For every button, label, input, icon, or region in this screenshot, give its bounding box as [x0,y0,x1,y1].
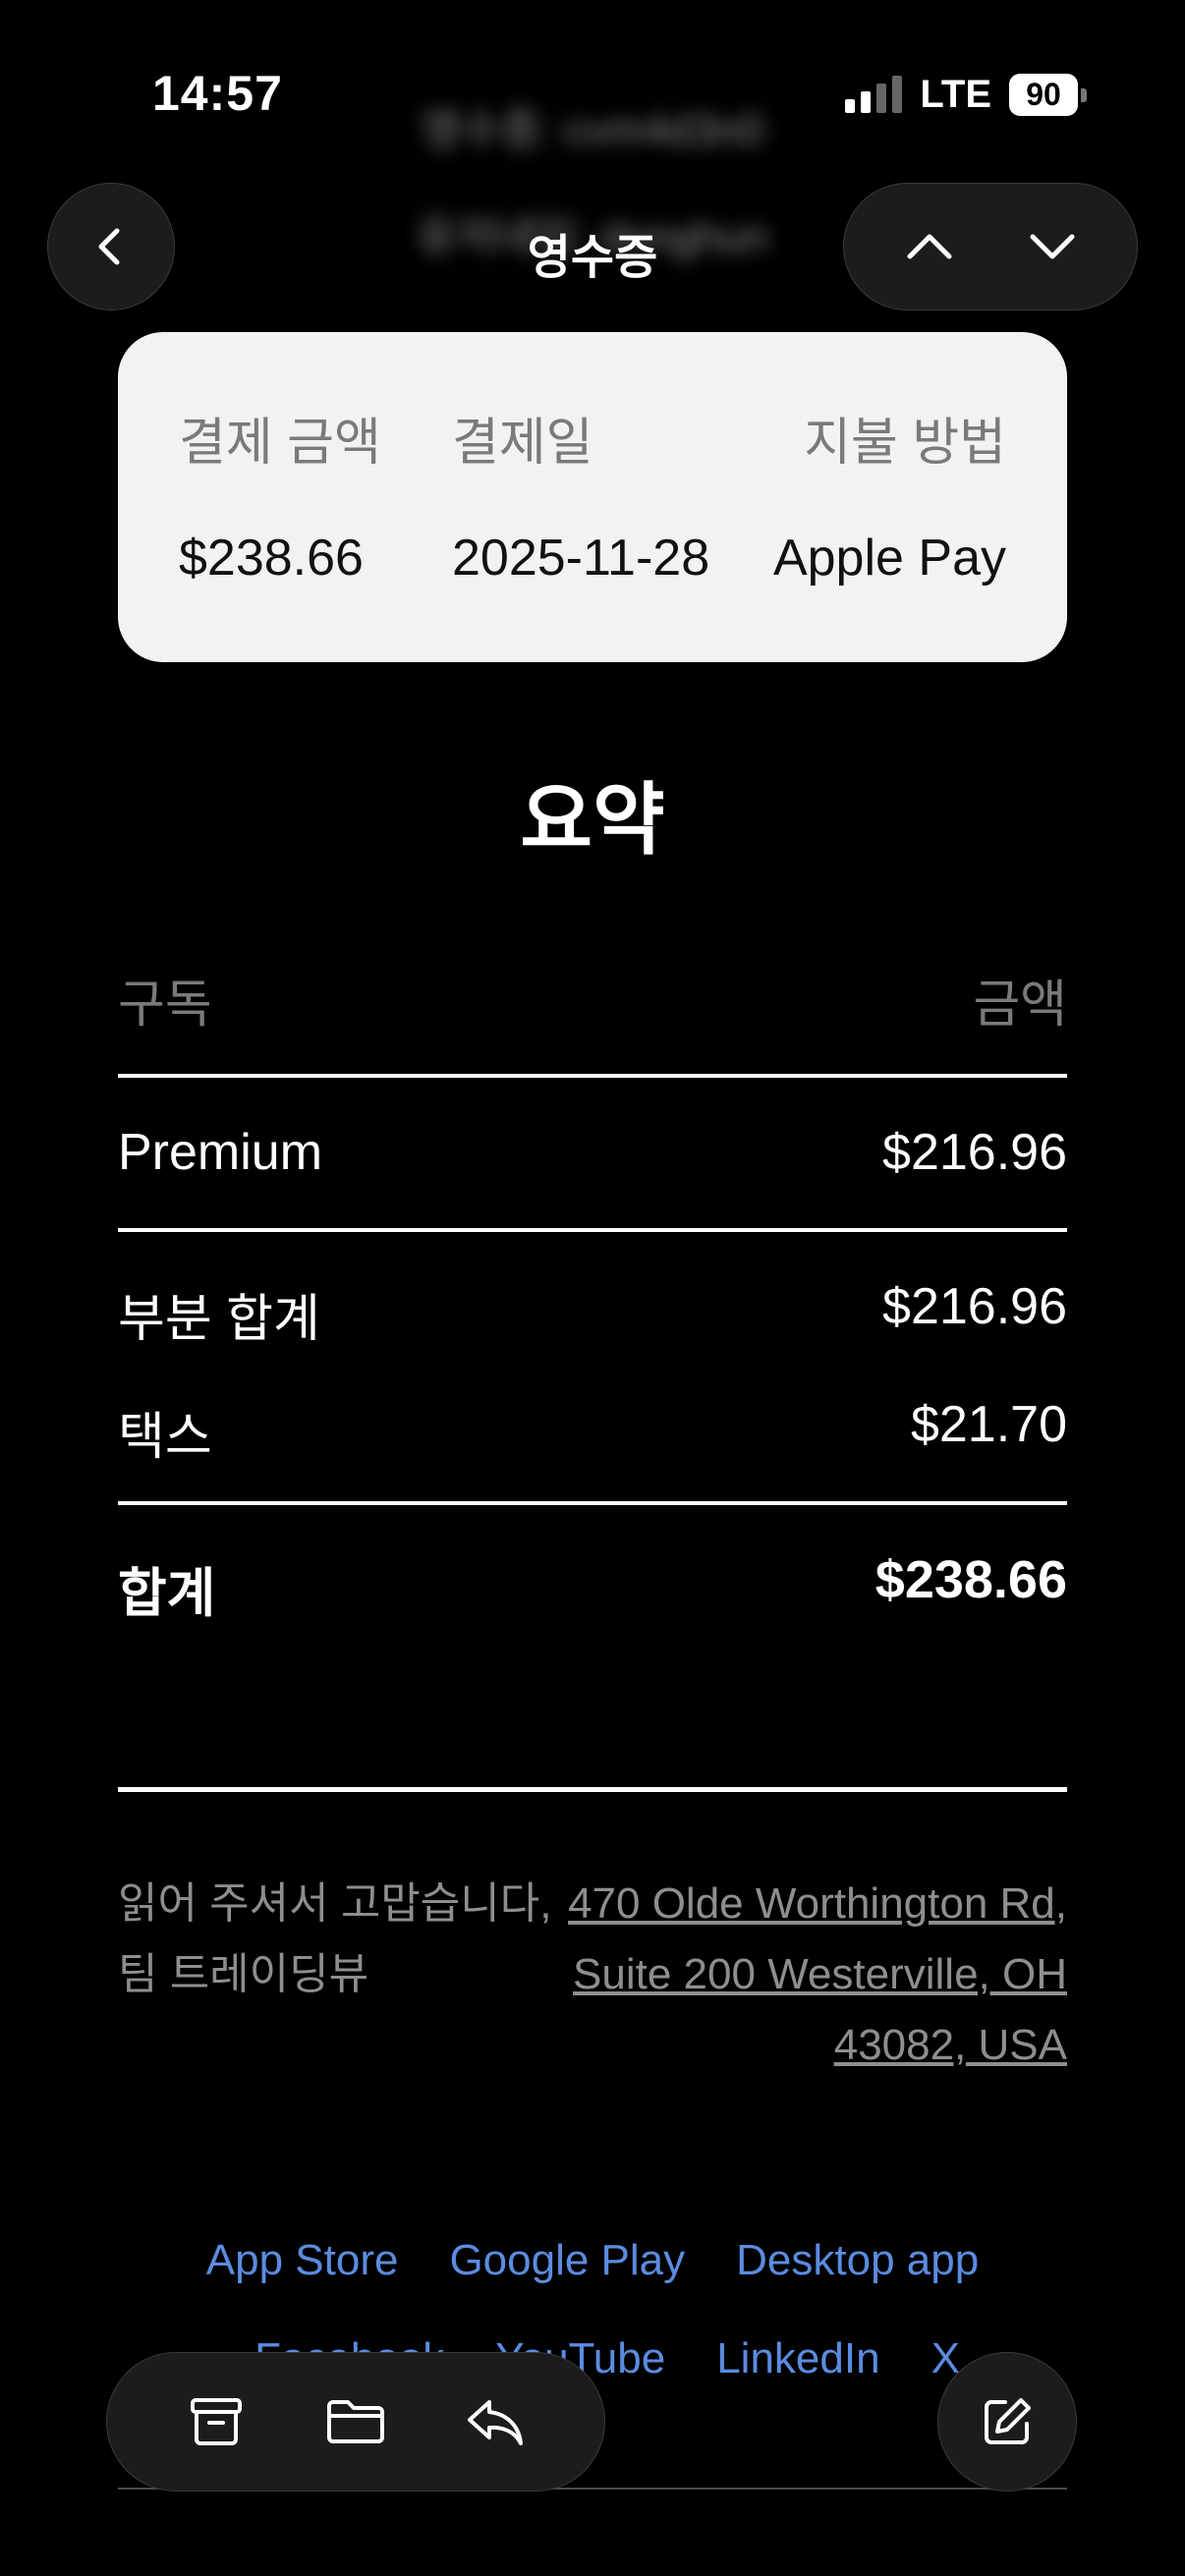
divider [118,1228,1067,1232]
total-label: 합계 [118,1564,216,1623]
column-subscription: 구독 [118,977,212,1034]
desktop-app-link[interactable]: Desktop app [736,2236,979,2285]
thanks-text: 읽어 주셔서 고맙습니다, 팀 트레이딩뷰 [118,1869,551,2010]
divider [118,1074,1067,1078]
compose-icon [985,2398,1031,2444]
amount-value: $238.66 [179,530,364,587]
archive-icon [191,2398,242,2445]
method-value: Apple Pay [772,530,1006,587]
app-links: App Store Google Play Desktop app [0,2236,1185,2285]
message-navigator [843,183,1138,310]
column-amount: 금액 [973,977,1067,1034]
divider [118,1501,1067,1505]
company-address-link[interactable]: 470 Olde Worthington Rd, Suite 200 Weste… [556,1869,1067,2081]
method-label: 지불 방법 [804,415,1006,472]
thanks-line: 읽어 주셔서 고맙습니다, [118,1879,552,1928]
bottom-toolbar [106,2352,605,2492]
subtotal-row: 부분 합계 $216.96 [118,1277,1067,1351]
subtotal-value: $216.96 [882,1278,1067,1335]
amount-label: 결제 금액 [179,415,381,472]
blurred-subject: 영수증: cvm4d3n0 [421,106,764,154]
tax-label: 택스 [118,1409,212,1466]
compose-button[interactable] [937,2352,1077,2492]
google-play-link[interactable]: Google Play [449,2236,685,2285]
item-name: Premium [118,1124,323,1181]
move-to-folder-button[interactable] [307,2373,405,2471]
total-row: 합계 $238.66 [118,1549,1067,1627]
tax-value: $21.70 [910,1396,1067,1453]
date-label: 결제일 [452,415,593,472]
folder-icon [327,2400,384,2443]
chevron-up-icon [907,234,951,259]
subtotal-label: 부분 합계 [118,1291,320,1348]
archive-button[interactable] [167,2373,265,2471]
previous-message-button[interactable] [875,193,984,301]
app-store-link[interactable]: App Store [206,2236,399,2285]
linkedin-link[interactable]: LinkedIn [716,2334,879,2383]
item-amount: $216.96 [882,1124,1067,1181]
payment-card: 결제 금액 결제일 지불 방법 $238.66 2025-11-28 Apple… [118,332,1067,662]
reply-icon [468,2400,523,2445]
table-header: 구독 금액 [118,963,1067,1036]
reply-button[interactable] [446,2373,544,2471]
date-value: 2025-11-28 [452,530,710,587]
team-signature: 팀 트레이딩뷰 [118,1950,369,1998]
summary-title: 요약 [520,776,665,864]
chevron-down-icon [1030,234,1074,259]
next-message-button[interactable] [998,193,1106,301]
divider [118,1787,1067,1792]
tax-row: 택스 $21.70 [118,1395,1067,1469]
total-value: $238.66 [875,1550,1067,1609]
table-row: Premium $216.96 [118,1123,1067,1182]
